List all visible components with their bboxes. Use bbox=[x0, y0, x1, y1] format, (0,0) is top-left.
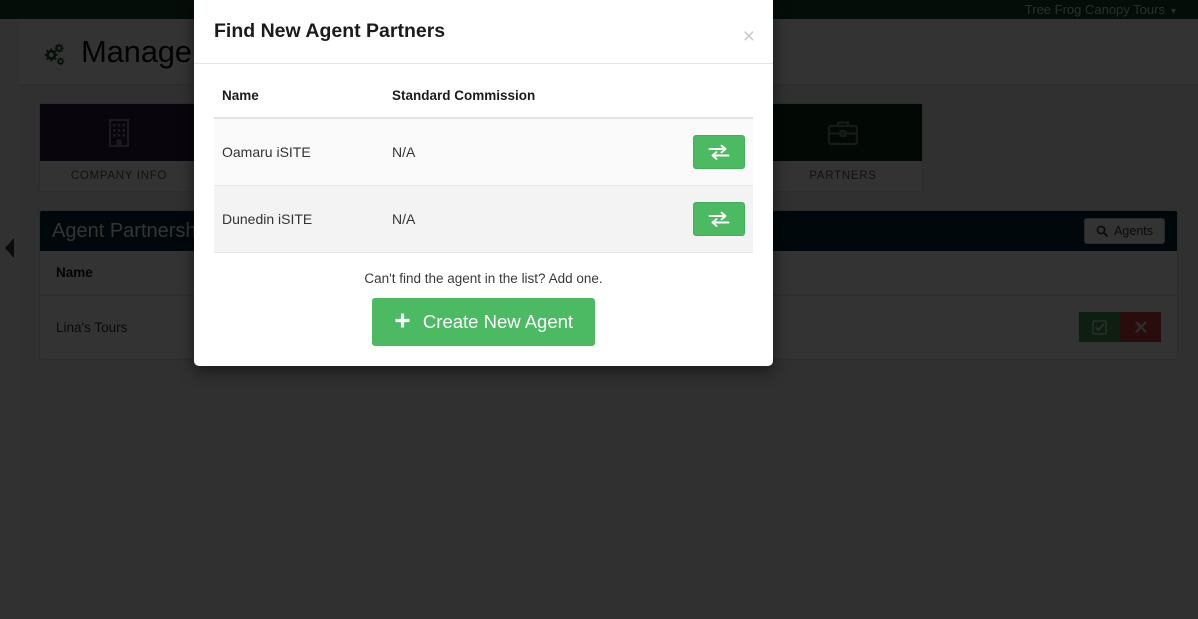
cell-actions bbox=[673, 185, 753, 253]
add-partner-button[interactable] bbox=[693, 202, 745, 236]
modal-column-header-commission: Standard Commission bbox=[384, 80, 673, 119]
modal-header: Find New Agent Partners × bbox=[194, 0, 773, 64]
create-agent-button-wrap: Create New Agent bbox=[214, 298, 753, 346]
cell-commission: N/A bbox=[384, 118, 673, 186]
cell-actions bbox=[673, 118, 753, 186]
create-agent-hint: Can't find the agent in the list? Add on… bbox=[364, 271, 603, 286]
close-icon[interactable]: × bbox=[743, 26, 755, 47]
cell-name: Dunedin iSITE bbox=[214, 185, 384, 253]
cell-name: Oamaru iSITE bbox=[214, 118, 384, 186]
modal-column-header-actions bbox=[673, 80, 753, 119]
create-new-agent-button[interactable]: Create New Agent bbox=[371, 298, 596, 346]
modal-table-body: Oamaru iSITE N/A Dunedin iSITE N/A bbox=[214, 118, 753, 253]
modal-body: Name Standard Commission Oamaru iSITE N/… bbox=[194, 64, 773, 366]
plus-icon bbox=[394, 312, 411, 332]
exchange-icon bbox=[708, 144, 730, 160]
exchange-icon bbox=[708, 211, 730, 227]
modal-table-header-row: Name Standard Commission bbox=[214, 80, 753, 119]
available-agents-table: Name Standard Commission Oamaru iSITE N/… bbox=[214, 80, 753, 253]
create-new-agent-label: Create New Agent bbox=[422, 311, 574, 332]
cell-commission: N/A bbox=[384, 185, 673, 253]
table-row[interactable]: Dunedin iSITE N/A bbox=[214, 185, 753, 253]
table-row[interactable]: Oamaru iSITE N/A bbox=[214, 118, 753, 186]
modal-column-header-name: Name bbox=[214, 80, 384, 119]
modal-table-head: Name Standard Commission bbox=[214, 80, 753, 119]
find-new-agent-partners-modal: Find New Agent Partners × Name Standard … bbox=[194, 0, 773, 366]
modal-title: Find New Agent Partners bbox=[214, 20, 446, 42]
add-partner-button[interactable] bbox=[693, 135, 745, 169]
